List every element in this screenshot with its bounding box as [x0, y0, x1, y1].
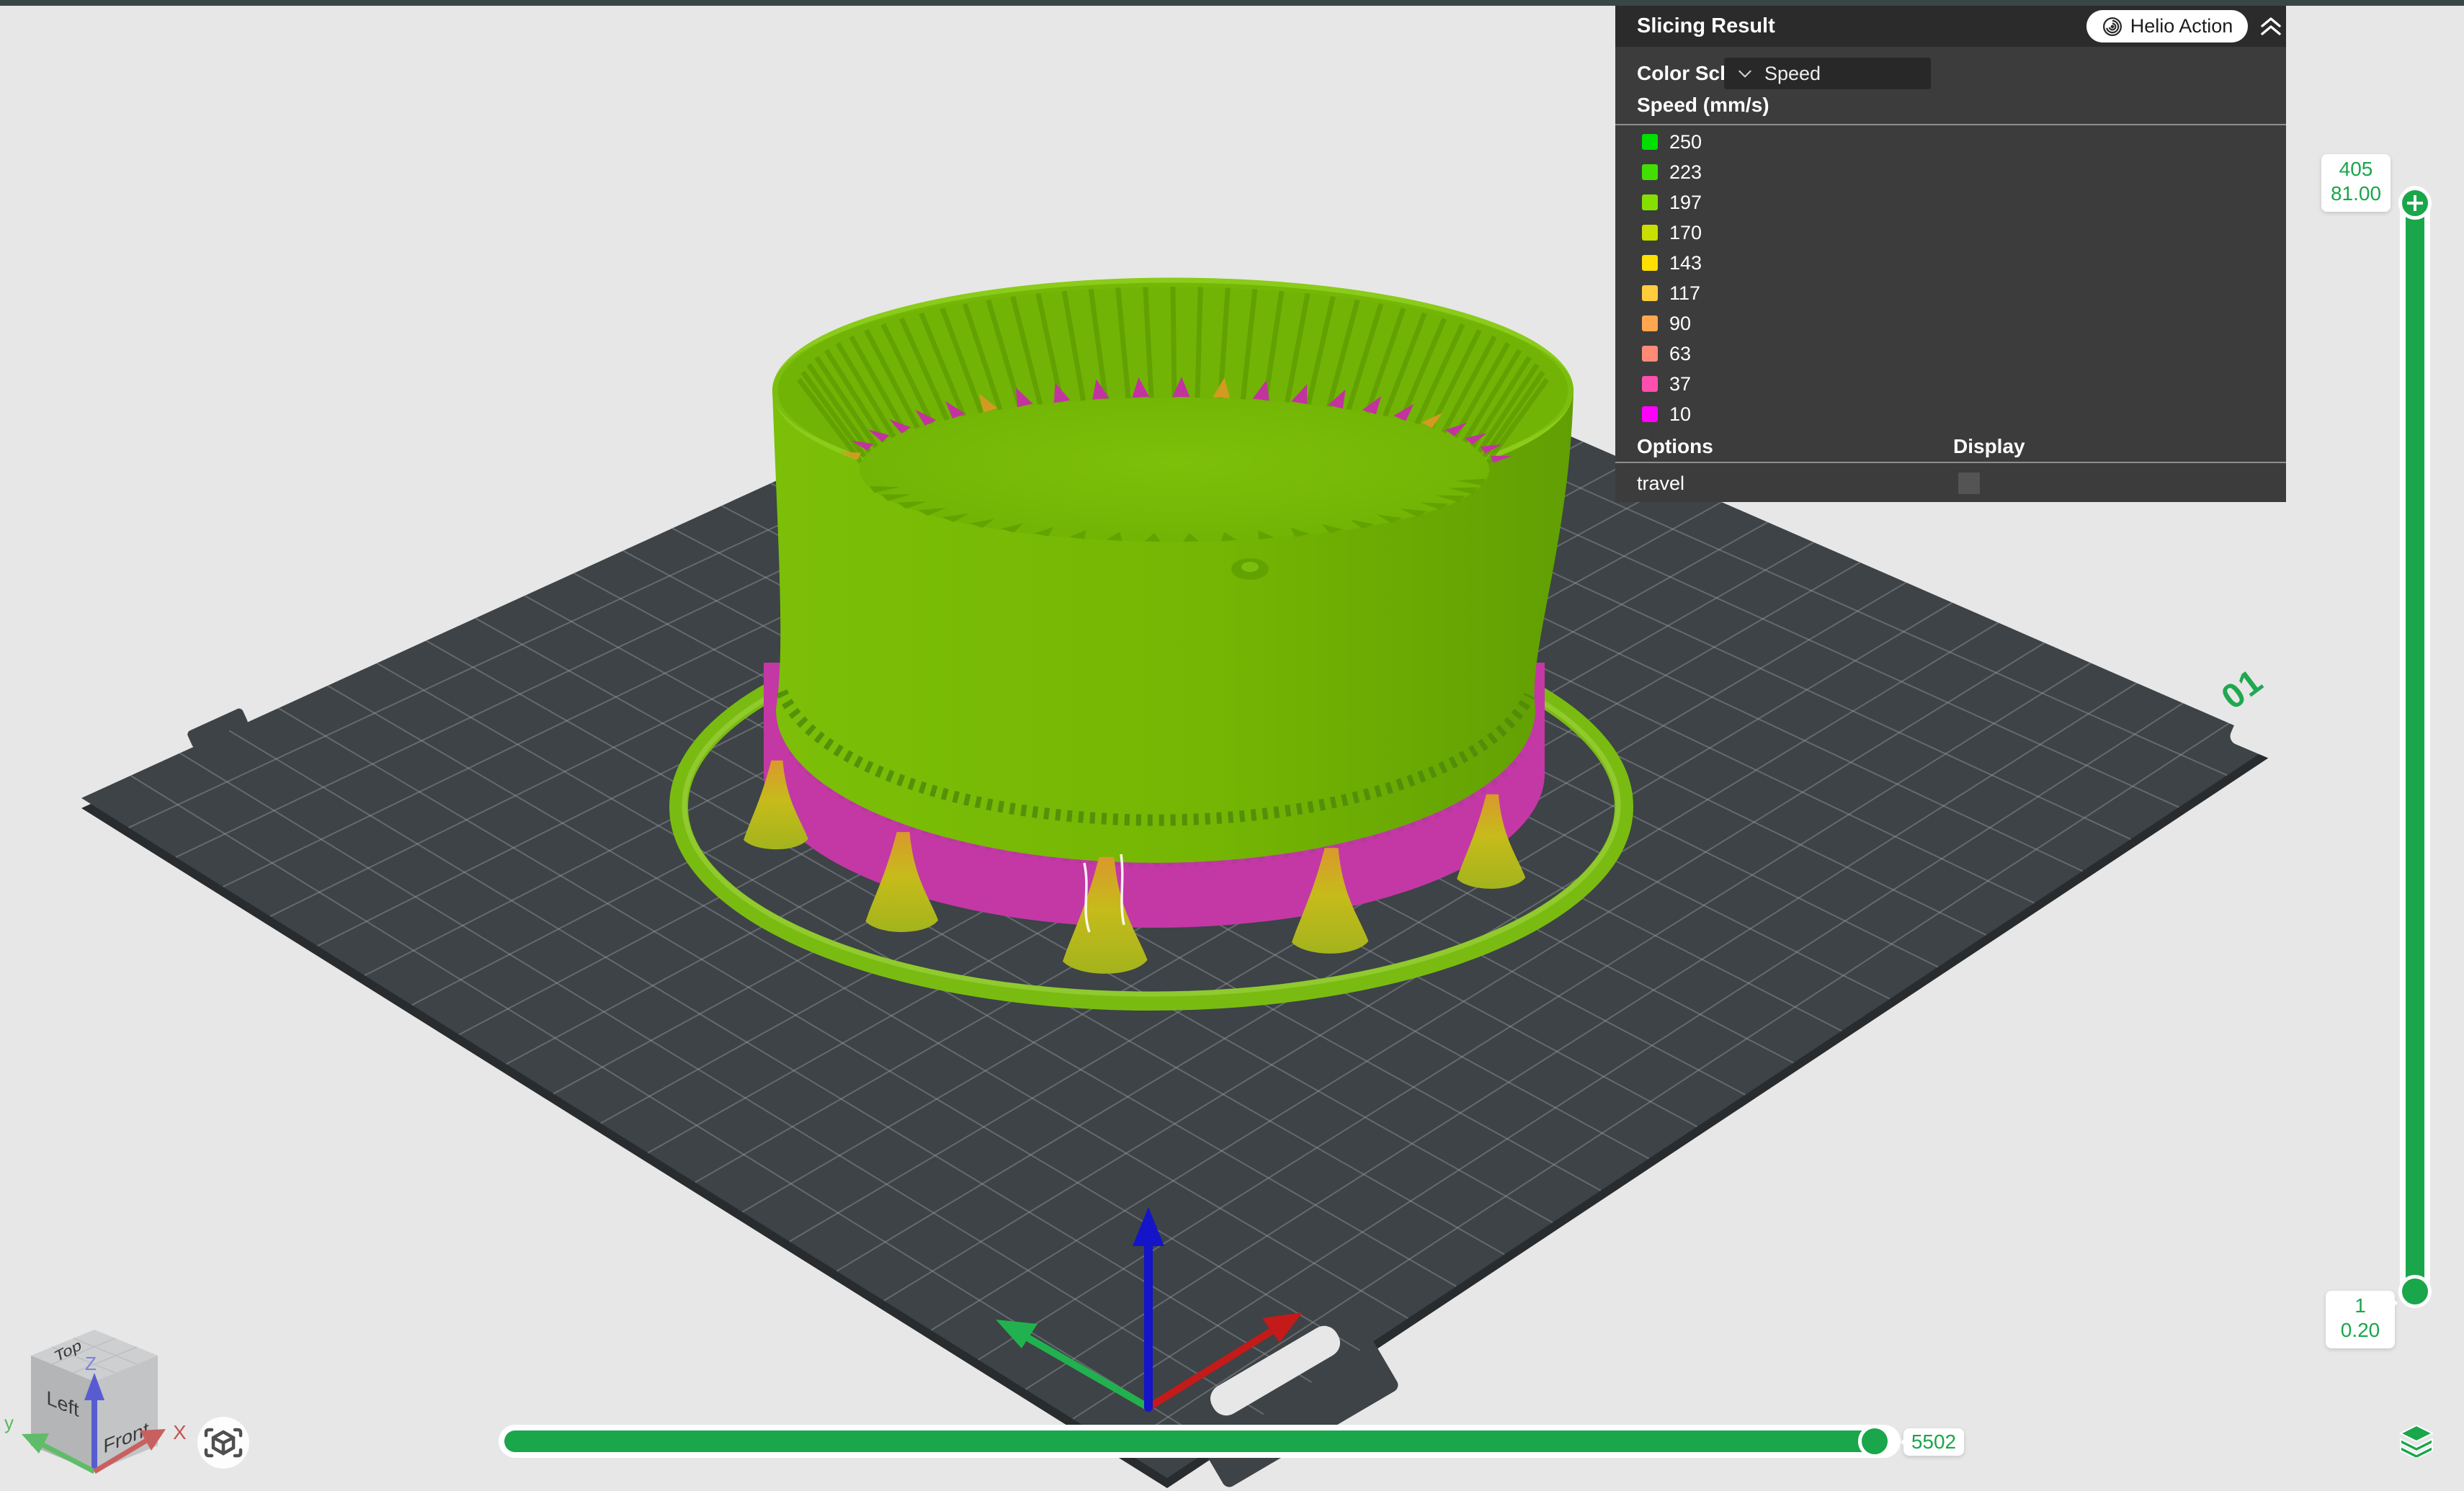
model-center-nub-hole	[1241, 562, 1259, 572]
legend-swatch	[1642, 134, 1658, 150]
model-floor-teeth	[870, 478, 1486, 542]
helio-action-label: Helio Action	[2130, 15, 2233, 37]
color-scheme-dropdown[interactable]: Speed	[1724, 58, 1931, 89]
options-header: Options	[1637, 432, 1713, 461]
layer-range-slider[interactable]	[2400, 186, 2430, 1308]
legend-swatch	[1642, 194, 1658, 210]
plate-side-tab	[186, 707, 249, 749]
model-inner-band	[772, 287, 1574, 493]
support-foot	[865, 832, 938, 932]
legend-row: 37	[1642, 369, 1691, 399]
support-foot	[1292, 848, 1368, 954]
seam-marks	[1084, 854, 1124, 932]
legend-row: 250	[1642, 127, 1702, 157]
view-cube-left-label: Left	[46, 1387, 79, 1421]
layer-bottom-tooltip: 1 0.20	[2326, 1291, 2395, 1348]
x-axis-arrow	[1148, 1325, 1281, 1407]
layer-top-value: 405	[2321, 157, 2391, 182]
model-overhang-marks	[839, 377, 1512, 463]
chevron-down-icon	[1736, 64, 1754, 83]
separator	[1615, 124, 2286, 125]
helio-action-button[interactable]: Helio Action	[2086, 10, 2248, 42]
legend-swatch	[1642, 255, 1658, 271]
view-cube[interactable]: Top Left Front Z y X	[4, 1330, 187, 1472]
cube-y-axis	[37, 1442, 94, 1472]
support-foot	[1063, 857, 1148, 974]
model-rim-highlight	[775, 280, 1571, 501]
model-cylinder[interactable]	[772, 278, 1574, 863]
legend-swatch	[1642, 376, 1658, 392]
fit-view-icon	[206, 1430, 241, 1456]
legend-row: 10	[1642, 399, 1691, 429]
collapse-panel-button[interactable]	[2259, 14, 2282, 39]
plate-corner-label: 01	[2215, 661, 2271, 717]
view-cube-top-label: Top	[53, 1335, 83, 1365]
legend-row: 170	[1642, 218, 1702, 248]
model-supports[interactable]	[744, 761, 1525, 974]
legend-row: 143	[1642, 248, 1702, 278]
chevron-double-up-icon	[2259, 14, 2282, 39]
top-window-strip	[0, 0, 2464, 6]
legend-row: 90	[1642, 308, 1691, 339]
legend-row: 63	[1642, 339, 1691, 369]
panel-title: Slicing Result	[1637, 6, 1775, 47]
panel-header: Slicing Result Helio Action	[1615, 6, 2286, 47]
model-center-nub	[1231, 558, 1269, 580]
model-base-magenta[interactable]	[764, 663, 1545, 928]
step-slider[interactable]	[499, 1425, 1901, 1458]
legend-swatch	[1642, 225, 1658, 241]
plate-handle-slot	[1205, 1320, 1346, 1420]
view-cube-front-face[interactable]	[94, 1356, 158, 1472]
legend-swatch	[1642, 164, 1658, 180]
cube-y-label: y	[4, 1412, 14, 1433]
view-cube-front-label: Front	[103, 1418, 148, 1457]
layer-bottom-value: 1	[2326, 1294, 2395, 1318]
legend-swatch	[1642, 346, 1658, 362]
legend-title: Speed (mm/s)	[1637, 94, 1769, 117]
step-slider-fill	[504, 1430, 1876, 1452]
legend-swatch	[1642, 285, 1658, 301]
layer-range-fill	[2406, 192, 2424, 1302]
legend-swatch	[1642, 315, 1658, 331]
support-foot	[744, 761, 808, 849]
view-cube-top-face[interactable]	[31, 1330, 158, 1382]
legend-row: 223	[1642, 157, 1702, 187]
slicing-result-panel: Slicing Result Helio Action Color Scheme…	[1615, 6, 2286, 502]
legend-swatch	[1642, 406, 1658, 422]
model-inner-ribs	[799, 287, 1547, 462]
layers-icon[interactable]	[2399, 1424, 2434, 1457]
cube-x-axis	[94, 1438, 150, 1472]
step-tooltip: 5502	[1903, 1428, 1964, 1456]
color-scheme-row: Color Scheme Speed	[1615, 56, 2286, 91]
legend-row: 117	[1642, 278, 1700, 308]
step-slider-handle[interactable]	[1858, 1425, 1891, 1458]
model-inner-floor	[860, 398, 1489, 542]
skirt-ring	[676, 609, 1627, 1004]
plate-corner-cutout	[2228, 704, 2305, 767]
display-header: Display	[1953, 432, 2025, 461]
view-cube-left-face[interactable]	[31, 1356, 94, 1472]
layer-bottom-height: 0.20	[2326, 1318, 2395, 1343]
travel-option-label: travel	[1637, 467, 1684, 499]
plate-front-tab	[1186, 1318, 1401, 1490]
model-top-cap	[772, 278, 1574, 503]
cube-z-label: Z	[85, 1353, 97, 1374]
support-foot	[1457, 794, 1525, 889]
layer-top-tooltip: 405 81.00	[2321, 154, 2391, 212]
origin-axes	[996, 1207, 1303, 1407]
separator	[1615, 462, 2286, 463]
view-cube-top-grid	[52, 1338, 137, 1373]
color-scheme-value: Speed	[1764, 63, 1821, 85]
legend-row: 197	[1642, 187, 1702, 218]
cube-x-label: X	[173, 1421, 187, 1443]
layer-top-height: 81.00	[2321, 182, 2391, 206]
fit-view-button[interactable]	[197, 1417, 249, 1469]
y-axis-arrow	[1017, 1332, 1148, 1407]
travel-display-checkbox[interactable]	[1958, 473, 1980, 494]
helio-swirl-icon	[2102, 16, 2123, 37]
layer-slider-top-handle-plus[interactable]	[2398, 187, 2432, 220]
